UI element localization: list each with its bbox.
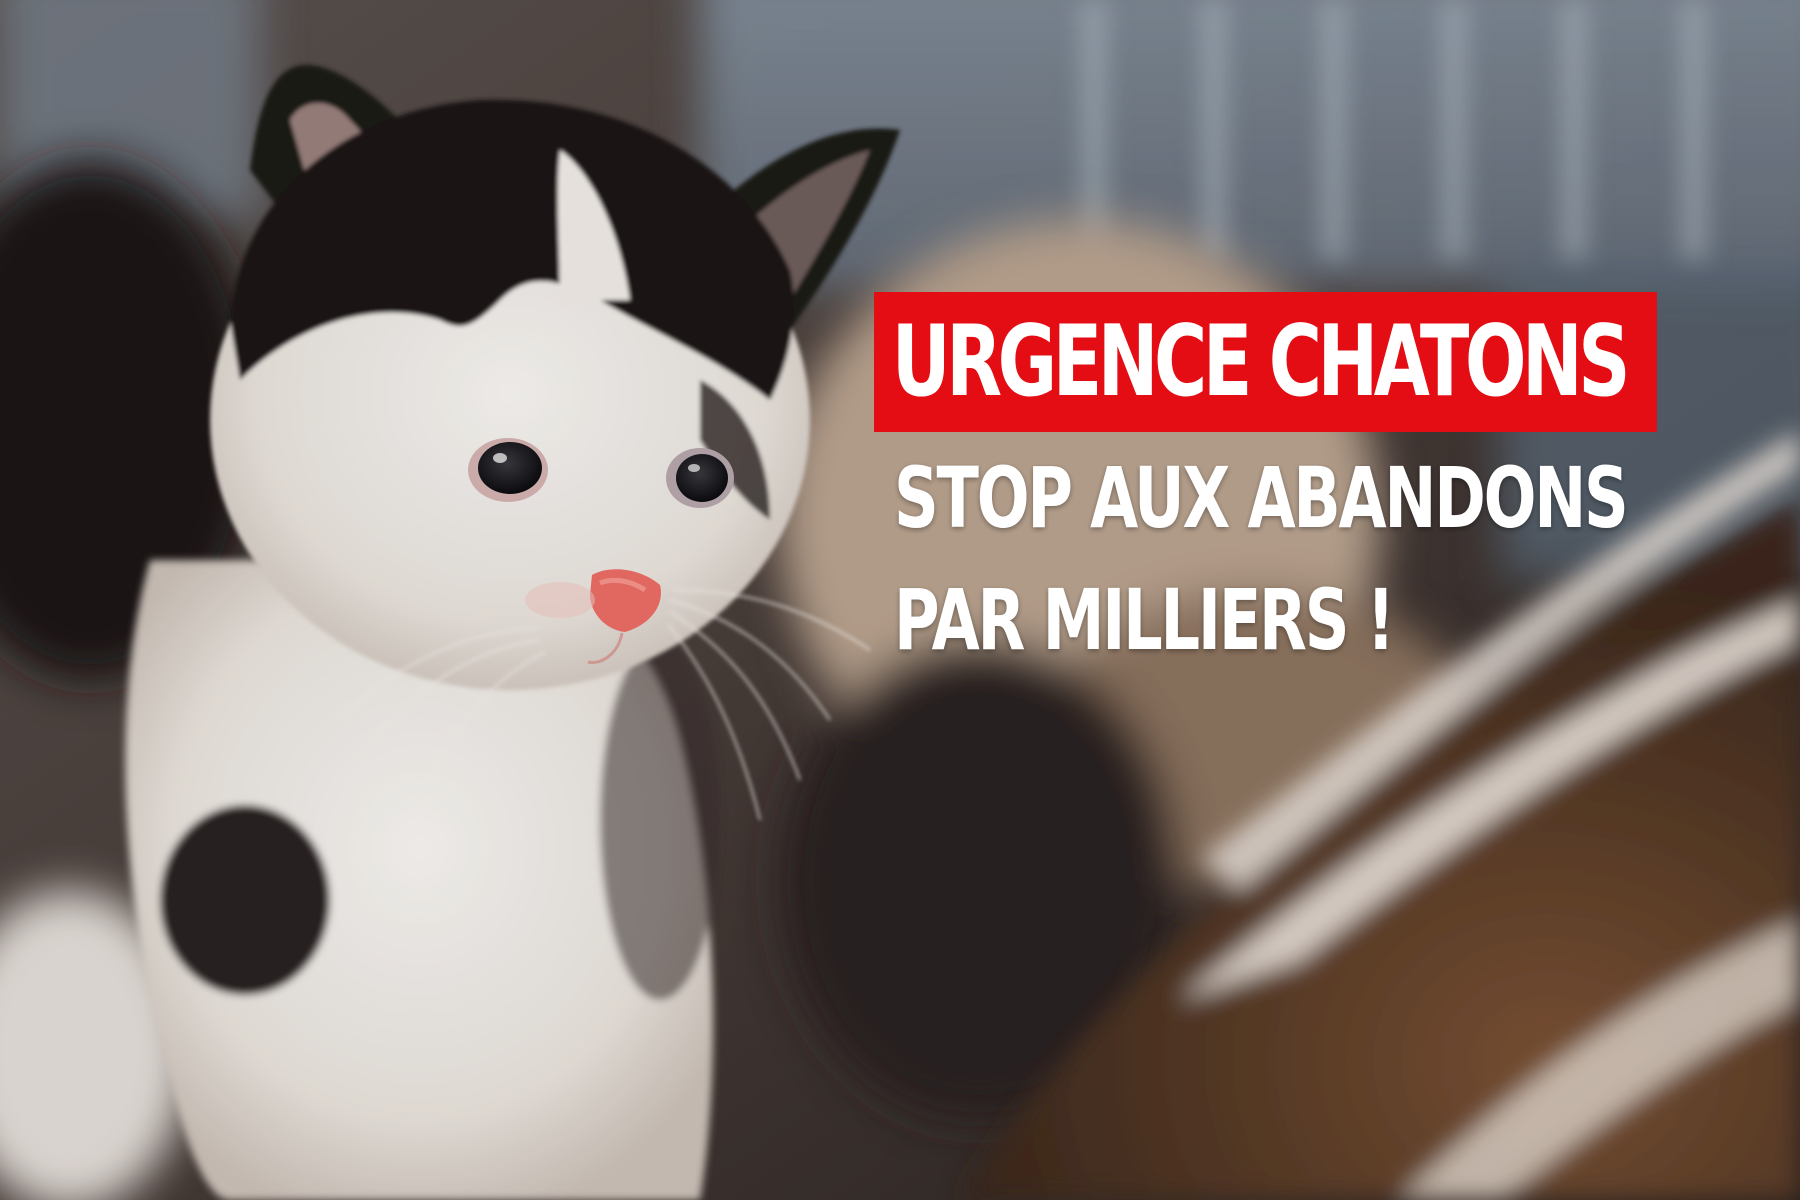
- banner-image: URGENCE CHATONS STOP AUX ABANDONS PAR MI…: [0, 0, 1800, 1200]
- headline-block: URGENCE CHATONS STOP AUX ABANDONS PAR MI…: [874, 292, 1800, 680]
- headline-subtitle-line2: PAR MILLIERS !: [894, 571, 1395, 669]
- headline-subtitle-line1: STOP AUX ABANDONS: [894, 449, 1629, 547]
- headline-title: URGENCE CHATONS: [874, 292, 1658, 432]
